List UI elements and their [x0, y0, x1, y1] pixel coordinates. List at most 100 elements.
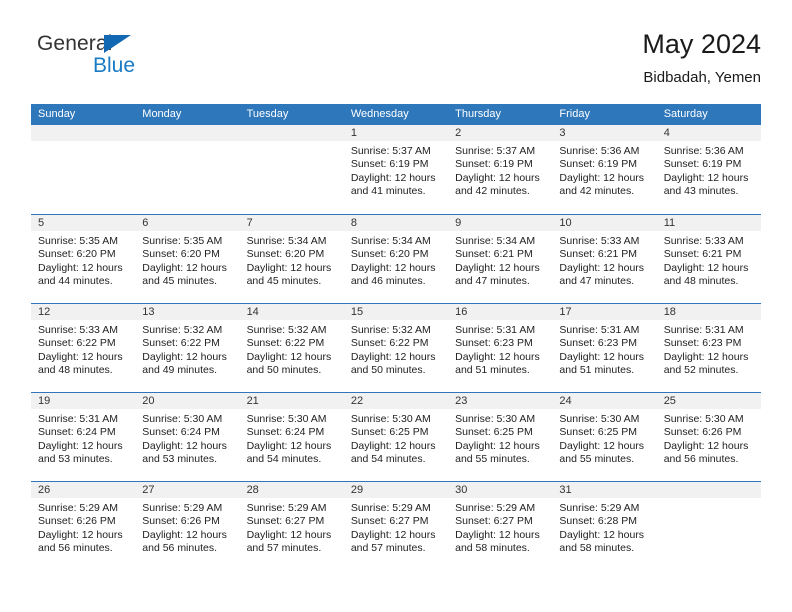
sunrise-text: Sunrise: 5:37 AM: [455, 145, 536, 157]
calendar-day-cell[interactable]: 1 Sunrise: 5:37 AM Sunset: 6:19 PM Dayli…: [343, 125, 449, 214]
calendar-week-row: 12 Sunrise: 5:33 AM Sunset: 6:22 PM Dayl…: [31, 303, 761, 392]
calendar-day-cell[interactable]: 15 Sunrise: 5:32 AM Sunset: 6:22 PM Dayl…: [343, 304, 449, 392]
day-number: 31: [559, 484, 572, 496]
calendar-day-cell[interactable]: 23 Sunrise: 5:30 AM Sunset: 6:25 PM Dayl…: [448, 393, 553, 481]
calendar-day-cell[interactable]: 4 Sunrise: 5:36 AM Sunset: 6:19 PM Dayli…: [656, 125, 761, 214]
sunset-text: Sunset: 6:20 PM: [350, 248, 429, 261]
sunrise-text: Sunrise: 5:30 AM: [350, 413, 431, 425]
sunset-text: Sunset: 6:23 PM: [559, 337, 638, 350]
calendar-day-cell[interactable]: 30 Sunrise: 5:29 AM Sunset: 6:27 PM Dayl…: [448, 482, 553, 570]
calendar-day-cell[interactable]: 25 Sunrise: 5:30 AM Sunset: 6:26 PM Dayl…: [656, 393, 761, 481]
calendar-day-cell[interactable]: 11 Sunrise: 5:33 AM Sunset: 6:21 PM Dayl…: [656, 215, 761, 303]
calendar-day-cell[interactable]: 14 Sunrise: 5:32 AM Sunset: 6:22 PM Dayl…: [239, 304, 344, 392]
sunrise-text: Sunrise: 5:34 AM: [246, 235, 327, 247]
sunset-text: Sunset: 6:20 PM: [38, 248, 116, 261]
day-number-band: [448, 215, 553, 231]
calendar-day-cell[interactable]: [239, 125, 344, 214]
day-details: Sunrise: 5:35 AM Sunset: 6:20 PM Dayligh…: [135, 231, 239, 289]
calendar-day-cell[interactable]: 19 Sunrise: 5:31 AM Sunset: 6:24 PM Dayl…: [31, 393, 136, 481]
day-details: Sunrise: 5:30 AM Sunset: 6:24 PM Dayligh…: [240, 409, 344, 467]
sunset-text: Sunset: 6:22 PM: [246, 337, 325, 350]
sunrise-text: Sunrise: 5:29 AM: [559, 502, 640, 514]
day-details: Sunrise: 5:30 AM Sunset: 6:25 PM Dayligh…: [552, 409, 656, 467]
sunset-text: Sunset: 6:25 PM: [455, 426, 533, 439]
calendar-day-cell[interactable]: [135, 125, 240, 214]
daylight-text-line1: Daylight: 12 hours: [142, 350, 227, 363]
sunrise-text: Sunrise: 5:33 AM: [663, 235, 744, 247]
sunrise-text: Sunrise: 5:30 AM: [246, 413, 327, 425]
calendar-day-cell[interactable]: 16 Sunrise: 5:31 AM Sunset: 6:23 PM Dayl…: [448, 304, 553, 392]
title-block: May 2024 Bidbadah, Yemen: [642, 28, 761, 89]
calendar-day-cell[interactable]: 8 Sunrise: 5:34 AM Sunset: 6:20 PM Dayli…: [343, 215, 449, 303]
sunset-text: Sunset: 6:21 PM: [559, 248, 638, 261]
day-details: Sunrise: 5:37 AM Sunset: 6:19 PM Dayligh…: [344, 141, 448, 199]
calendar-day-cell[interactable]: 29 Sunrise: 5:29 AM Sunset: 6:27 PM Dayl…: [343, 482, 449, 570]
daylight-text-line2: and 57 minutes.: [350, 542, 426, 555]
calendar-day-cell[interactable]: 7 Sunrise: 5:34 AM Sunset: 6:20 PM Dayli…: [239, 215, 344, 303]
day-number: 28: [246, 484, 259, 496]
sunset-text: Sunset: 6:24 PM: [246, 426, 325, 439]
calendar-day-cell[interactable]: 9 Sunrise: 5:34 AM Sunset: 6:21 PM Dayli…: [448, 215, 553, 303]
calendar-day-cell[interactable]: 31 Sunrise: 5:29 AM Sunset: 6:28 PM Dayl…: [552, 482, 657, 570]
calendar-day-cell[interactable]: 28 Sunrise: 5:29 AM Sunset: 6:27 PM Dayl…: [239, 482, 344, 570]
calendar-week-row: 5 Sunrise: 5:35 AM Sunset: 6:20 PM Dayli…: [31, 214, 761, 303]
calendar-week-row: 19 Sunrise: 5:31 AM Sunset: 6:24 PM Dayl…: [31, 392, 761, 481]
calendar-day-cell[interactable]: 21 Sunrise: 5:30 AM Sunset: 6:24 PM Dayl…: [239, 393, 344, 481]
day-details: [135, 141, 239, 145]
day-details: Sunrise: 5:31 AM Sunset: 6:23 PM Dayligh…: [448, 320, 552, 378]
day-details: Sunrise: 5:31 AM Sunset: 6:23 PM Dayligh…: [657, 320, 761, 378]
calendar-day-cell[interactable]: 18 Sunrise: 5:31 AM Sunset: 6:23 PM Dayl…: [656, 304, 761, 392]
calendar-day-cell[interactable]: [656, 482, 761, 570]
calendar-day-cell[interactable]: 13 Sunrise: 5:32 AM Sunset: 6:22 PM Dayl…: [135, 304, 240, 392]
calendar-day-cell[interactable]: 2 Sunrise: 5:37 AM Sunset: 6:19 PM Dayli…: [448, 125, 553, 214]
calendar-day-cell[interactable]: 24 Sunrise: 5:30 AM Sunset: 6:25 PM Dayl…: [552, 393, 657, 481]
general-blue-logo[interactable]: General Blue: [31, 32, 261, 88]
daylight-text-line1: Daylight: 12 hours: [38, 350, 123, 363]
day-details: Sunrise: 5:31 AM Sunset: 6:23 PM Dayligh…: [552, 320, 656, 378]
sunrise-text: Sunrise: 5:37 AM: [350, 145, 431, 157]
weekday-header-friday: Friday: [559, 108, 590, 120]
daylight-text-line1: Daylight: 12 hours: [350, 261, 436, 274]
sunset-text: Sunset: 6:26 PM: [663, 426, 742, 439]
day-number: 7: [246, 217, 253, 229]
calendar-day-cell[interactable]: 5 Sunrise: 5:35 AM Sunset: 6:20 PM Dayli…: [31, 215, 136, 303]
day-details: Sunrise: 5:34 AM Sunset: 6:20 PM Dayligh…: [344, 231, 448, 289]
sunset-text: Sunset: 6:24 PM: [38, 426, 116, 439]
daylight-text-line1: Daylight: 12 hours: [350, 171, 436, 184]
weekday-header-monday: Monday: [142, 108, 182, 120]
logo-text-blue: Blue: [93, 54, 136, 77]
daylight-text-line2: and 57 minutes.: [246, 542, 322, 555]
day-number: 30: [455, 484, 468, 496]
calendar-day-cell[interactable]: 20 Sunrise: 5:30 AM Sunset: 6:24 PM Dayl…: [135, 393, 240, 481]
calendar-day-cell[interactable]: 10 Sunrise: 5:33 AM Sunset: 6:21 PM Dayl…: [552, 215, 657, 303]
daylight-text-line1: Daylight: 12 hours: [559, 528, 645, 541]
day-number: 12: [38, 306, 51, 318]
daylight-text-line1: Daylight: 12 hours: [559, 439, 645, 452]
calendar-day-cell[interactable]: [31, 125, 136, 214]
daylight-text-line2: and 56 minutes.: [142, 542, 217, 555]
daylight-text-line2: and 58 minutes.: [455, 542, 530, 555]
daylight-text-line2: and 56 minutes.: [38, 542, 113, 555]
calendar-day-cell[interactable]: 22 Sunrise: 5:30 AM Sunset: 6:25 PM Dayl…: [343, 393, 449, 481]
calendar-day-cell[interactable]: 12 Sunrise: 5:33 AM Sunset: 6:22 PM Dayl…: [31, 304, 136, 392]
calendar-day-cell[interactable]: 3 Sunrise: 5:36 AM Sunset: 6:19 PM Dayli…: [552, 125, 657, 214]
weekday-header-tuesday: Tuesday: [246, 108, 289, 120]
calendar-day-cell[interactable]: 6 Sunrise: 5:35 AM Sunset: 6:20 PM Dayli…: [135, 215, 240, 303]
daylight-text-line2: and 52 minutes.: [663, 364, 739, 377]
sunrise-text: Sunrise: 5:34 AM: [350, 235, 431, 247]
sunrise-text: Sunrise: 5:34 AM: [455, 235, 536, 247]
calendar-day-cell[interactable]: 27 Sunrise: 5:29 AM Sunset: 6:26 PM Dayl…: [135, 482, 240, 570]
calendar-day-cell[interactable]: 26 Sunrise: 5:29 AM Sunset: 6:26 PM Dayl…: [31, 482, 136, 570]
daylight-text-line2: and 47 minutes.: [559, 275, 635, 288]
day-number-band: [448, 125, 553, 141]
page-header: General Blue May 2024 Bidbadah, Yemen: [31, 28, 761, 100]
day-number-band: [239, 215, 344, 231]
daylight-text-line1: Daylight: 12 hours: [559, 350, 645, 363]
sunrise-text: Sunrise: 5:33 AM: [559, 235, 640, 247]
weekday-header-wednesday: Wednesday: [350, 108, 409, 120]
day-number-band: [135, 125, 240, 141]
daylight-text-line2: and 51 minutes.: [559, 364, 635, 377]
calendar-day-cell[interactable]: 17 Sunrise: 5:31 AM Sunset: 6:23 PM Dayl…: [552, 304, 657, 392]
day-number: 11: [663, 217, 676, 229]
day-details: Sunrise: 5:34 AM Sunset: 6:20 PM Dayligh…: [240, 231, 344, 289]
